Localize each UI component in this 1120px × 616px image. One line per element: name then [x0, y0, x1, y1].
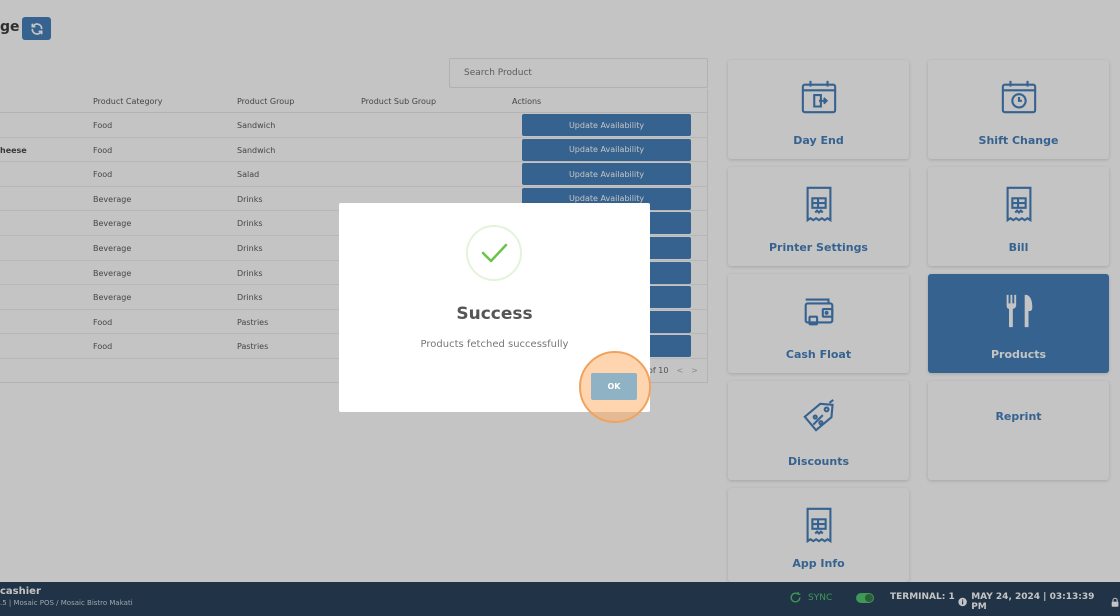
dialog-message: Products fetched successfully [420, 339, 569, 350]
dialog-title: Success [456, 304, 533, 324]
ok-button[interactable]: OK [591, 373, 637, 400]
success-check-icon [466, 225, 522, 281]
